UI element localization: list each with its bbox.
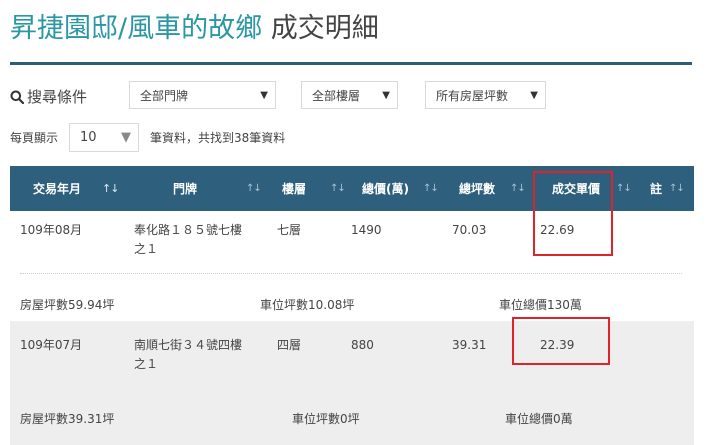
community-name: 昇捷園邸/風車的故鄉: [10, 13, 263, 44]
highlight-box: [512, 317, 610, 365]
sort-arrows-icon[interactable]: ↑↓: [246, 166, 262, 211]
parking-price-detail: 車位總價0萬: [505, 412, 573, 426]
header-note[interactable]: 註: [650, 166, 662, 211]
sort-arrows-icon[interactable]: ↑↓: [510, 166, 526, 211]
caret-down-icon: ▼: [530, 90, 538, 101]
sort-arrows-icon[interactable]: ↑↓: [669, 166, 685, 211]
sort-arrows-icon[interactable]: ↑↓: [423, 166, 439, 211]
cell-total-price: 880: [351, 338, 374, 352]
cell-address: 奉化路１８５號七樓 之１: [134, 223, 243, 256]
header-address[interactable]: 門牌: [173, 166, 197, 211]
cell-floor: 七層: [277, 223, 302, 237]
ping-select-value: 所有房屋坪數: [436, 88, 509, 103]
header-floor[interactable]: 樓層: [282, 166, 306, 211]
parking-ping-detail: 車位坪數0坪: [292, 412, 360, 426]
row-divider: [20, 273, 682, 274]
cell-total-price: 1490: [351, 223, 382, 237]
door-select-value: 全部門牌: [140, 88, 189, 103]
house-ping-select[interactable]: 所有房屋坪數 ▼: [425, 81, 546, 109]
caret-down-icon: ▼: [260, 90, 268, 101]
cell-address: 南順七街３４號四樓 之１: [134, 338, 243, 371]
floor-select[interactable]: 全部樓層 ▼: [301, 81, 398, 109]
cell-total-ping: 70.03: [452, 223, 487, 237]
parking-ping-detail: 車位坪數10.08坪: [260, 298, 355, 312]
result-count: 筆資料，共找到38筆資料: [150, 131, 286, 145]
search-icon: [10, 90, 24, 104]
page-title: 昇捷園邸/風車的故鄉 成交明細: [10, 6, 379, 45]
search-label-text: 搜尋條件: [27, 88, 88, 106]
parking-price-detail: 車位總價130萬: [499, 298, 582, 312]
sort-arrows-icon[interactable]: ↑↓: [102, 166, 119, 211]
sort-arrows-icon[interactable]: ↑↓: [616, 166, 632, 211]
cell-floor: 四層: [277, 338, 302, 352]
per-page-select[interactable]: 10 ▼: [69, 123, 139, 152]
caret-down-icon: ▼: [121, 130, 131, 145]
sort-arrows-icon[interactable]: ↑↓: [330, 166, 346, 211]
caret-down-icon: ▼: [382, 90, 390, 101]
title-divider: [10, 62, 692, 65]
per-page-label: 每頁顯示: [10, 131, 59, 145]
cell-date: 109年08月: [20, 223, 83, 237]
title-suffix: 成交明細: [270, 13, 379, 44]
header-total-price[interactable]: 總價(萬): [362, 166, 409, 211]
house-ping-detail: 房屋坪數59.94坪: [20, 298, 115, 312]
cell-date: 109年07月: [20, 338, 83, 352]
header-date[interactable]: 交易年月: [33, 166, 81, 211]
highlight-box: [533, 171, 613, 256]
door-number-select[interactable]: 全部門牌 ▼: [129, 81, 276, 109]
cell-total-ping: 39.31: [452, 338, 487, 352]
header-total-ping[interactable]: 總坪數: [459, 166, 495, 211]
house-ping-detail: 房屋坪數39.31坪: [20, 412, 115, 426]
floor-select-value: 全部樓層: [312, 88, 361, 103]
per-page-value: 10: [80, 130, 97, 145]
search-conditions-label: 搜尋條件: [10, 86, 87, 107]
